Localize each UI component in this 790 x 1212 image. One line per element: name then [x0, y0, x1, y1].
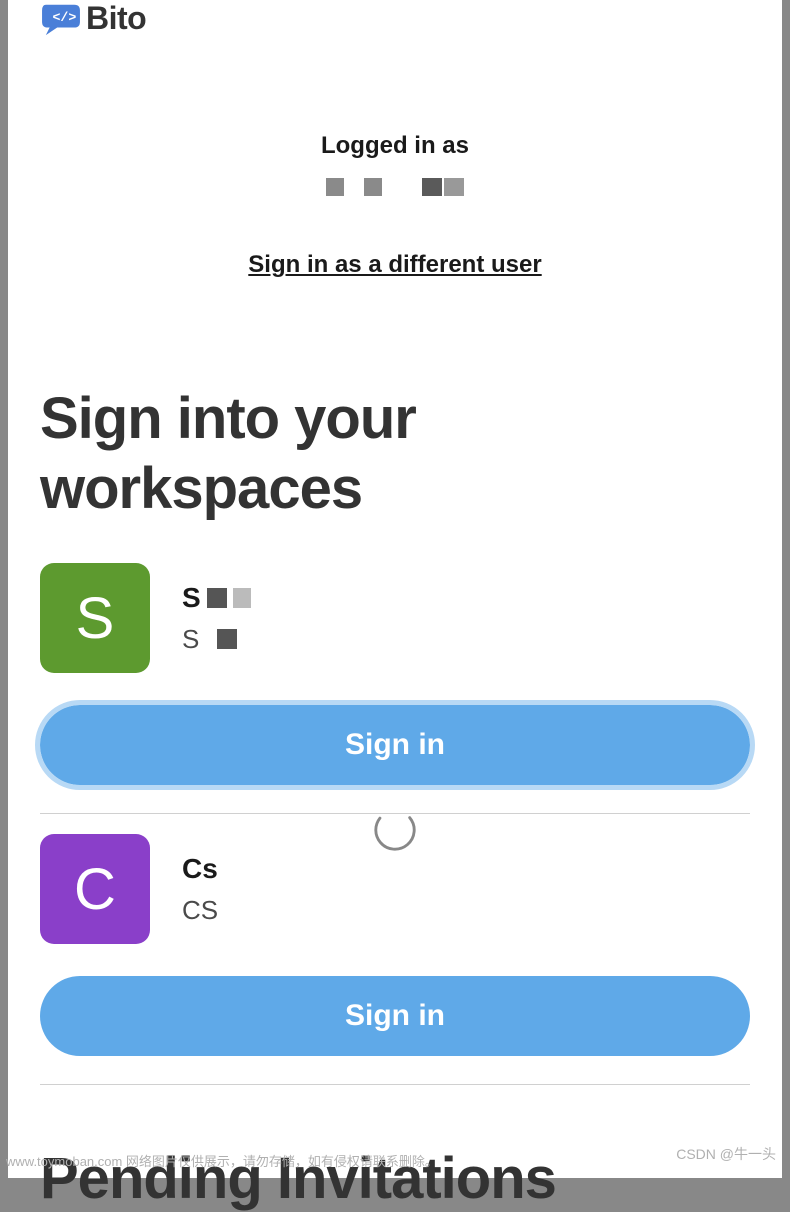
watermark-left: www.toymoban.com 网络图片仅供展示，请勿存储，如有侵权请联系删除…	[6, 1151, 438, 1170]
redacted-icon	[233, 588, 251, 608]
watermark-right: CSDN @牛一头	[676, 1144, 776, 1164]
divider	[40, 1084, 750, 1085]
logged-in-section: Logged in as	[40, 132, 750, 196]
sign-in-button[interactable]: Sign in	[40, 976, 750, 1056]
sign-in-different-user-link[interactable]: Sign in as a different user	[40, 251, 750, 279]
workspace-info: Cs CS	[182, 853, 218, 926]
redacted-icon	[217, 629, 237, 649]
workspace-avatar: S	[40, 563, 150, 673]
app-container: </> Bito Logged in as Sign in as a diffe…	[8, 0, 782, 1178]
workspace-name: Cs	[182, 853, 218, 885]
page-title: Sign into your workspaces	[40, 384, 750, 523]
workspace-item: S S S	[40, 563, 750, 673]
workspace-subtitle: CS	[182, 895, 218, 926]
svg-text:</>: </>	[52, 9, 76, 24]
workspace-info: S S	[182, 582, 251, 655]
logo-icon: </>	[40, 1, 82, 37]
loading-spinner-icon	[371, 806, 419, 854]
sign-in-button[interactable]: Sign in	[40, 705, 750, 785]
user-email-redacted	[40, 178, 750, 196]
redacted-icon	[207, 588, 227, 608]
logo: </> Bito	[40, 0, 750, 37]
logo-text: Bito	[86, 0, 146, 37]
logged-in-label: Logged in as	[40, 132, 750, 160]
workspace-avatar: C	[40, 834, 150, 944]
workspace-subtitle: S	[182, 624, 199, 655]
workspace-name: S	[182, 582, 201, 614]
